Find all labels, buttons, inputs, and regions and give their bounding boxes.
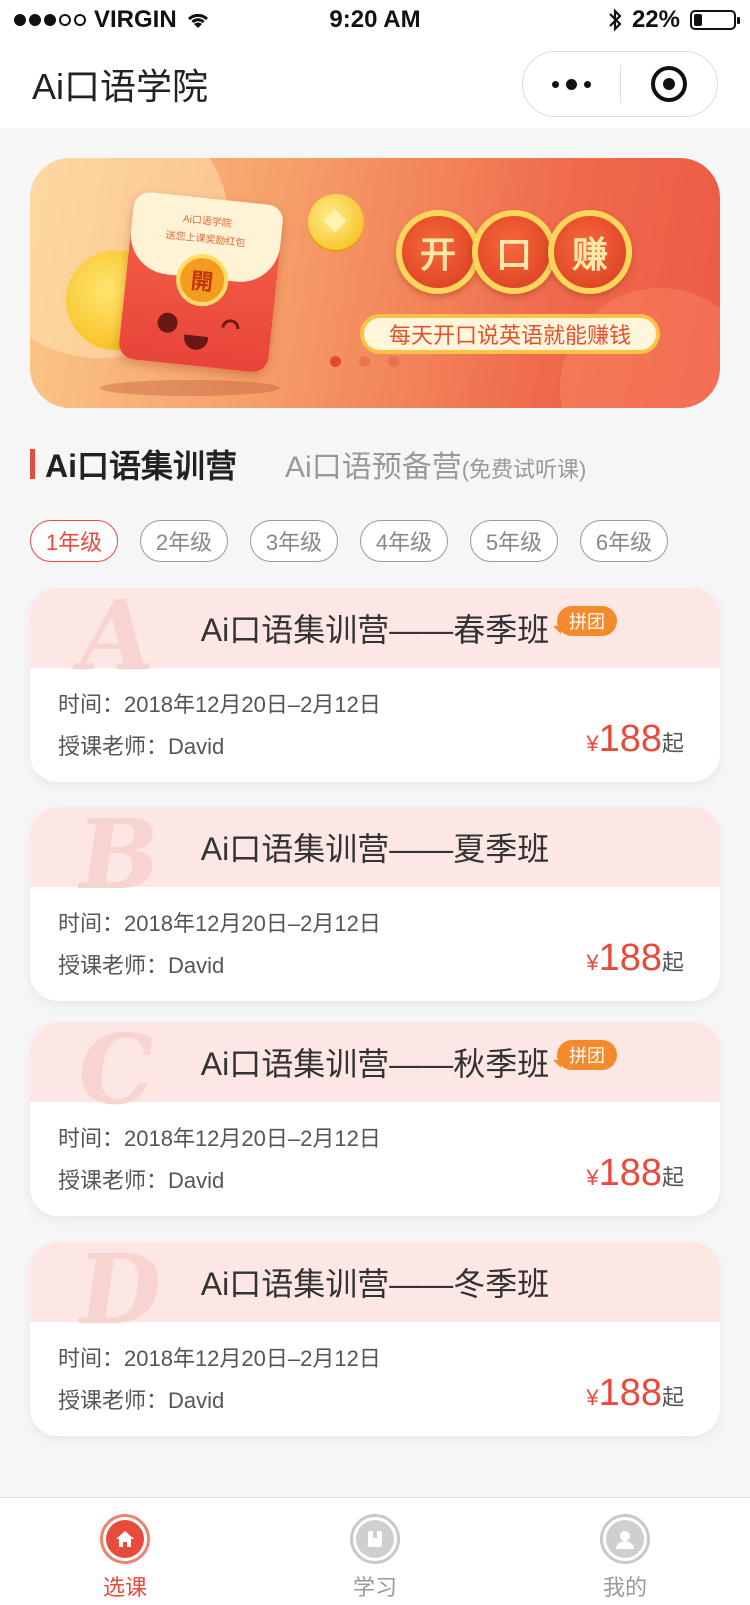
price-suffix: 起 bbox=[661, 950, 684, 975]
miniprogram-capsule bbox=[522, 51, 718, 117]
battery-percent: 22% bbox=[631, 6, 680, 33]
pagination-dot[interactable] bbox=[388, 356, 399, 367]
course-time: 时间：2018年12月20日–2月12日 bbox=[58, 1346, 381, 1371]
packet-eye bbox=[156, 311, 179, 334]
price-currency: ¥ bbox=[586, 1385, 599, 1410]
price-currency: ¥ bbox=[586, 950, 599, 975]
pagination-dot[interactable] bbox=[359, 356, 370, 367]
tabbar-label: 选课 bbox=[102, 1575, 147, 1600]
status-left: VIRGIN bbox=[14, 6, 608, 34]
tabbar-item-courses[interactable]: 选课 bbox=[0, 1498, 250, 1605]
course-card-autumn[interactable]: C Ai口语集训营——秋季班 拼团 时间：2018年12月20日–2月12日 授… bbox=[30, 1022, 720, 1216]
price-currency: ¥ bbox=[586, 1165, 599, 1190]
course-price: ¥188 起 bbox=[586, 718, 684, 761]
headline-char: 开 bbox=[396, 210, 480, 294]
price-value: 188 bbox=[598, 718, 662, 760]
course-card-winter[interactable]: D Ai口语集训营——冬季班 时间：2018年12月20日–2月12日 授课老师… bbox=[30, 1242, 720, 1436]
battery-icon bbox=[690, 10, 740, 30]
home-icon-inner bbox=[106, 1520, 144, 1558]
headline-char: 口 bbox=[472, 210, 556, 294]
camp-tabs: Ai口语集训营 Ai口语预备营(免费试听课) bbox=[30, 438, 586, 490]
packet-mouth bbox=[182, 334, 209, 351]
headline-char: 赚 bbox=[548, 210, 632, 294]
price-value: 188 bbox=[598, 1372, 662, 1414]
course-title: Ai口语集训营——秋季班 bbox=[200, 1046, 550, 1082]
tabbar-item-study[interactable]: 学习 bbox=[250, 1498, 500, 1605]
battery-fill bbox=[694, 14, 703, 26]
packet-shadow bbox=[100, 380, 280, 396]
tab-preparatory-camp[interactable]: Ai口语预备营(免费试听课) bbox=[285, 442, 586, 486]
bookmark-icon bbox=[350, 1514, 400, 1564]
home-icon bbox=[100, 1514, 150, 1564]
banner-pagination bbox=[330, 356, 399, 367]
page-title: Ai口语学院 bbox=[32, 66, 209, 107]
tabbar-label: 学习 bbox=[352, 1575, 397, 1600]
bottom-tab-bar: 选课 学习 我的 bbox=[0, 1497, 750, 1605]
promo-banner[interactable]: Ai口语学院 送您上课奖励红包 開 开 口 赚 每天开口说英语就能赚钱 bbox=[30, 158, 720, 408]
banner-headline: 开 口 赚 bbox=[396, 210, 632, 294]
grade-chip-4[interactable]: 4年级 bbox=[360, 520, 448, 562]
wifi-icon bbox=[187, 13, 208, 28]
course-title: Ai口语集训营——夏季班 bbox=[200, 831, 550, 867]
price-suffix: 起 bbox=[661, 731, 684, 756]
price-value: 188 bbox=[598, 1152, 662, 1194]
bookmark-icon-inner bbox=[356, 1520, 394, 1558]
more-button[interactable] bbox=[523, 52, 620, 116]
grade-chip-3[interactable]: 3年级 bbox=[250, 520, 338, 562]
close-miniprogram-button[interactable] bbox=[621, 52, 718, 116]
status-right: 22% bbox=[608, 6, 740, 34]
tab-preparatory-label: Ai口语预备营 bbox=[285, 451, 462, 484]
grade-chip-1[interactable]: 1年级 bbox=[30, 520, 118, 562]
course-card-spring[interactable]: A Ai口语集训营——春季班 拼团 时间：2018年12月20日–2月12日 授… bbox=[30, 588, 720, 782]
card-header: B Ai口语集训营——夏季班 bbox=[30, 807, 720, 911]
course-title: Ai口语集训营——冬季班 bbox=[200, 1266, 550, 1302]
more-icon bbox=[551, 78, 591, 90]
packet-wink bbox=[221, 318, 241, 330]
user-icon-inner bbox=[606, 1520, 644, 1558]
signal-strength-icon bbox=[14, 14, 86, 26]
course-price: ¥188 起 bbox=[586, 1372, 684, 1415]
price-currency: ¥ bbox=[586, 731, 599, 756]
course-title: Ai口语集训营——春季班 bbox=[200, 612, 550, 648]
bluetooth-icon bbox=[609, 8, 622, 32]
course-card-summer[interactable]: B Ai口语集训营——夏季班 时间：2018年12月20日–2月12日 授课老师… bbox=[30, 807, 720, 1001]
user-icon bbox=[600, 1514, 650, 1564]
gold-coin-icon bbox=[308, 194, 364, 250]
grade-chip-6[interactable]: 6年级 bbox=[580, 520, 668, 562]
group-buy-badge: 拼团 bbox=[553, 606, 617, 636]
red-packet-illustration: Ai口语学院 送您上课奖励红包 開 bbox=[117, 190, 285, 374]
course-time: 时间：2018年12月20日–2月12日 bbox=[58, 692, 381, 717]
course-time: 时间：2018年12月20日–2月12日 bbox=[58, 1126, 381, 1151]
course-price: ¥188 起 bbox=[586, 937, 684, 980]
card-body: 时间：2018年12月20日–2月12日 授课老师：David ¥188 起 bbox=[30, 1322, 720, 1418]
carrier-label: VIRGIN bbox=[94, 6, 177, 33]
pagination-dot-active[interactable] bbox=[330, 356, 341, 367]
tabbar-label: 我的 bbox=[602, 1575, 647, 1600]
tab-preparatory-note: (免费试听课) bbox=[461, 457, 587, 482]
group-buy-badge: 拼团 bbox=[553, 1040, 617, 1070]
card-header: D Ai口语集训营——冬季班 bbox=[30, 1242, 720, 1346]
tab-active-indicator bbox=[30, 449, 35, 479]
card-body: 时间：2018年12月20日–2月12日 授课老师：David ¥188 起 bbox=[30, 668, 720, 764]
card-body: 时间：2018年12月20日–2月12日 授课老师：David ¥188 起 bbox=[30, 887, 720, 983]
tabbar-item-mine[interactable]: 我的 bbox=[500, 1498, 750, 1605]
banner-slogan: 每天开口说英语就能赚钱 bbox=[360, 314, 660, 354]
price-suffix: 起 bbox=[661, 1385, 684, 1410]
grade-filter: 1年级 2年级 3年级 4年级 5年级 6年级 bbox=[30, 520, 668, 562]
course-price: ¥188 起 bbox=[586, 1152, 684, 1195]
grade-chip-5[interactable]: 5年级 bbox=[470, 520, 558, 562]
grade-chip-2[interactable]: 2年级 bbox=[140, 520, 228, 562]
nav-bar: Ai口语学院 bbox=[0, 40, 750, 128]
course-time: 时间：2018年12月20日–2月12日 bbox=[58, 911, 381, 936]
tab-training-camp[interactable]: Ai口语集训营 bbox=[45, 441, 237, 487]
card-header: C Ai口语集训营——秋季班 拼团 bbox=[30, 1022, 720, 1126]
status-bar: VIRGIN 9:20 AM 22% bbox=[0, 0, 750, 40]
price-value: 188 bbox=[598, 937, 662, 979]
card-header: A Ai口语集训营——春季班 拼团 bbox=[30, 588, 720, 692]
card-body: 时间：2018年12月20日–2月12日 授课老师：David ¥188 起 bbox=[30, 1102, 720, 1198]
price-suffix: 起 bbox=[661, 1165, 684, 1190]
target-icon bbox=[650, 66, 687, 102]
